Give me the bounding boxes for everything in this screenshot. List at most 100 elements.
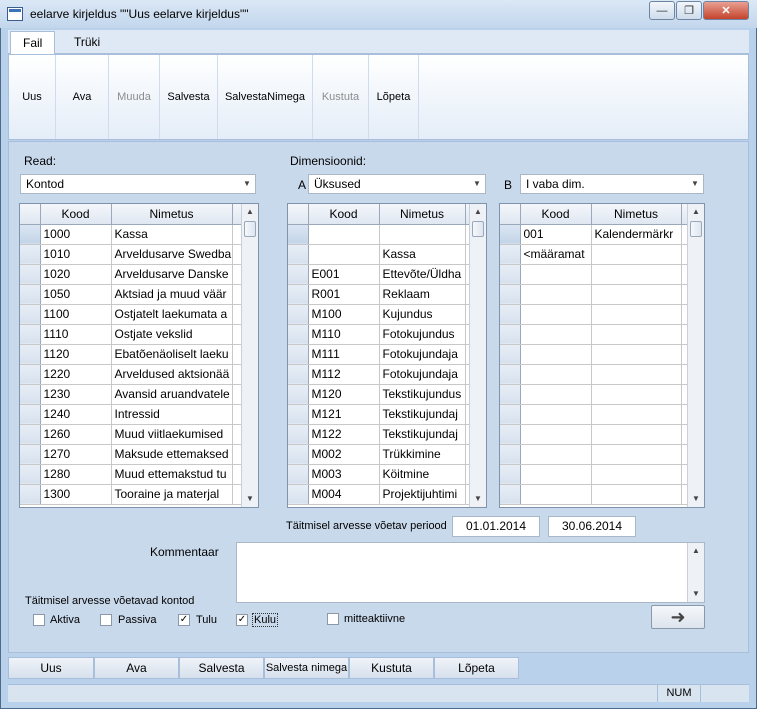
cell-nimetus[interactable]: Ettevõte/Üldha <box>379 264 466 285</box>
cell-kood[interactable]: 1010 <box>40 244 112 265</box>
row-selector[interactable] <box>500 404 521 425</box>
cell-nimetus[interactable]: Arveldusarve Danske <box>111 264 233 285</box>
table-row[interactable]: 1300 Tooraine ja materjal <box>20 484 244 505</box>
row-selector[interactable] <box>20 464 41 485</box>
table-row[interactable]: 1120 Ebatõenäoliselt laeku <box>20 344 244 365</box>
row-selector[interactable] <box>500 484 521 505</box>
table-row[interactable]: 1260 Muud viitlaekumised <box>20 424 244 445</box>
cell-nimetus[interactable] <box>591 364 682 385</box>
cell-nimetus[interactable]: Intressid <box>111 404 233 425</box>
table-row[interactable]: 1010 Arveldusarve Swedba <box>20 244 244 265</box>
scroll-down-icon[interactable]: ▼ <box>688 491 704 507</box>
row-selector[interactable] <box>500 464 521 485</box>
row-selector[interactable] <box>500 324 521 345</box>
cell-kood[interactable]: 1240 <box>40 404 112 425</box>
column-header-kood[interactable]: Kood <box>40 204 112 225</box>
cell-nimetus[interactable]: Kujundus <box>379 304 466 325</box>
table-row[interactable]: 1270 Maksude ettemaksed <box>20 444 244 465</box>
ribbon-exit-button[interactable]: Lõpeta <box>369 55 419 139</box>
row-selector[interactable] <box>288 464 309 485</box>
row-selector[interactable] <box>288 324 309 345</box>
cell-nimetus[interactable] <box>591 444 682 465</box>
ribbon-open-button[interactable]: Ava <box>56 55 109 139</box>
arrow-right-icon[interactable]: ➜ <box>651 605 705 629</box>
scroll-down-icon[interactable]: ▼ <box>470 491 486 507</box>
row-selector[interactable] <box>20 444 41 465</box>
cell-kood[interactable] <box>308 224 380 245</box>
row-selector[interactable] <box>288 264 309 285</box>
cell-nimetus[interactable]: Aktsiad ja muud väär <box>111 284 233 305</box>
period-to-input[interactable]: 30.06.2014 <box>548 516 636 537</box>
row-selector[interactable] <box>288 424 309 445</box>
table-row[interactable]: 001 Kalendermärkr <box>500 224 690 245</box>
table-row[interactable] <box>288 224 472 245</box>
cell-kood[interactable]: M111 <box>308 344 380 365</box>
row-selector[interactable] <box>20 244 41 265</box>
table-row[interactable]: M002 Trükkimine <box>288 444 472 465</box>
read-grid[interactable]: Kood Nimetus 1000 Kassa 1010 Arveldusarve S… <box>19 203 259 508</box>
cell-nimetus[interactable]: Köitmine <box>379 464 466 485</box>
column-header-kood[interactable]: Kood <box>520 204 592 225</box>
row-selector[interactable] <box>288 484 309 505</box>
row-selector[interactable] <box>20 344 41 365</box>
table-row[interactable]: E001 Ettevõte/Üldha <box>288 264 472 285</box>
cell-kood[interactable]: 1270 <box>40 444 112 465</box>
scroll-thumb[interactable] <box>472 221 484 237</box>
cell-nimetus[interactable] <box>379 224 466 245</box>
row-selector[interactable] <box>500 244 521 265</box>
read-grid-scrollbar[interactable]: ▲ ▼ <box>241 204 258 507</box>
tab-fail[interactable]: Fail <box>10 31 56 55</box>
checkbox-tulu[interactable]: ✓ <box>178 614 190 626</box>
cell-nimetus[interactable]: Tooraine ja materjal <box>111 484 233 505</box>
column-header-kood[interactable]: Kood <box>308 204 380 225</box>
cell-nimetus[interactable]: Avansid aruandvatele <box>111 384 233 405</box>
row-selector[interactable] <box>20 424 41 445</box>
table-row[interactable] <box>500 384 690 405</box>
row-selector[interactable] <box>288 444 309 465</box>
row-selector[interactable] <box>288 384 309 405</box>
cell-kood[interactable]: 1000 <box>40 224 112 245</box>
row-selector[interactable] <box>500 264 521 285</box>
scroll-up-icon[interactable]: ▲ <box>242 204 258 220</box>
table-row[interactable]: 1230 Avansid aruandvatele <box>20 384 244 405</box>
cell-nimetus[interactable] <box>591 244 682 265</box>
checkbox-aktiva[interactable] <box>33 614 45 626</box>
cell-nimetus[interactable] <box>591 384 682 405</box>
table-row[interactable] <box>500 484 690 505</box>
table-row[interactable] <box>500 344 690 365</box>
save-button[interactable]: Salvesta <box>179 657 264 679</box>
cell-kood[interactable]: <määramat <box>520 244 592 265</box>
scroll-thumb[interactable] <box>244 221 256 237</box>
cell-nimetus[interactable] <box>591 304 682 325</box>
table-row[interactable] <box>500 304 690 325</box>
dim-b-grid[interactable]: Kood Nimetus 001 Kalendermärkr <määramat ▲… <box>499 203 705 508</box>
table-row[interactable]: M004 Projektijuhtimi <box>288 484 472 505</box>
cell-kood[interactable] <box>520 344 592 365</box>
cell-kood[interactable] <box>520 404 592 425</box>
cell-kood[interactable]: 1100 <box>40 304 112 325</box>
cell-kood[interactable] <box>520 364 592 385</box>
column-header-nimetus[interactable]: Nimetus <box>111 204 233 225</box>
ribbon-save-as-button[interactable]: SalvestaNimega <box>218 55 313 139</box>
table-row[interactable]: M110 Fotokujundus <box>288 324 472 345</box>
read-select[interactable]: Kontod ▼ <box>20 174 256 194</box>
cell-nimetus[interactable]: Ostjatelt laekumata a <box>111 304 233 325</box>
cell-nimetus[interactable]: Ostjate vekslid <box>111 324 233 345</box>
cell-kood[interactable]: M004 <box>308 484 380 505</box>
cell-kood[interactable] <box>520 384 592 405</box>
table-row[interactable] <box>500 284 690 305</box>
row-selector[interactable] <box>20 304 41 325</box>
dim-a-select[interactable]: Üksused ▼ <box>308 174 486 194</box>
cell-kood[interactable]: M121 <box>308 404 380 425</box>
cell-kood[interactable]: M003 <box>308 464 380 485</box>
cell-kood[interactable]: M100 <box>308 304 380 325</box>
ribbon-new-button[interactable]: Uus <box>9 55 56 139</box>
cell-nimetus[interactable] <box>591 344 682 365</box>
cell-kood[interactable]: 001 <box>520 224 592 245</box>
cell-kood[interactable]: 1110 <box>40 324 112 345</box>
table-row[interactable] <box>500 424 690 445</box>
row-selector[interactable] <box>288 364 309 385</box>
cell-nimetus[interactable]: Kassa <box>111 224 233 245</box>
ribbon-save-button[interactable]: Salvesta <box>160 55 218 139</box>
cell-kood[interactable] <box>520 424 592 445</box>
